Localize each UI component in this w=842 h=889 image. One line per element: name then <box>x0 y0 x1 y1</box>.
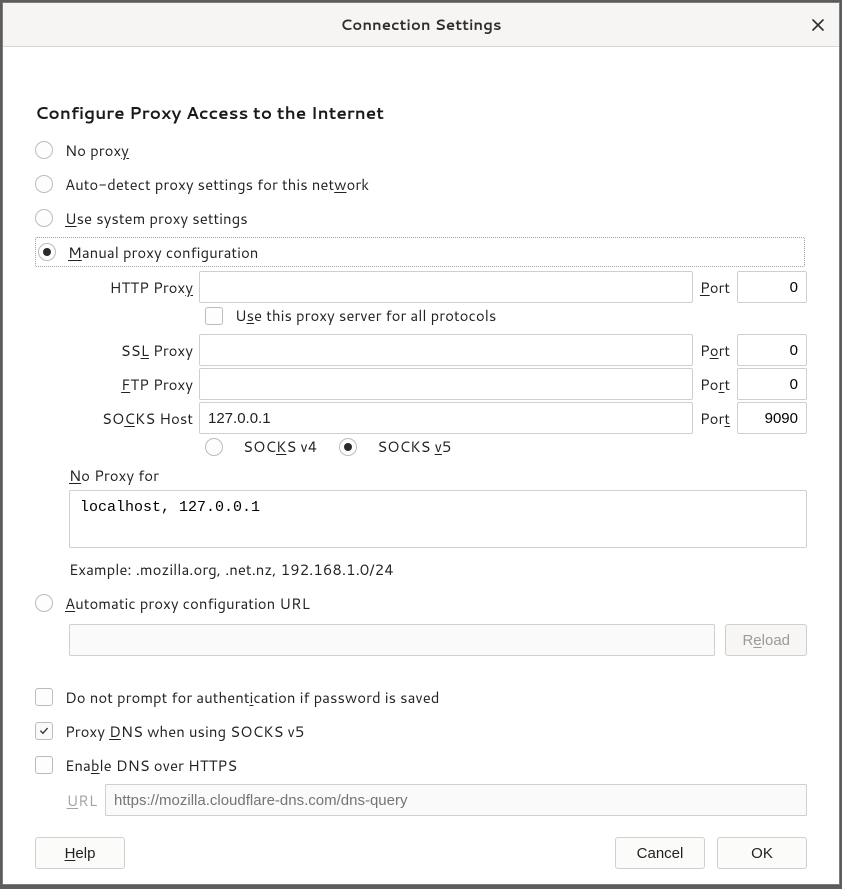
doh-label: Enable DNS over HTTPS <box>65 755 237 776</box>
radio-no-proxy-row[interactable]: No proxy <box>35 135 807 165</box>
radio-pac-label: Automatic proxy configuration URL <box>65 593 310 614</box>
no-proxy-example: Example: .mozilla.org, .net.nz, 192.168.… <box>69 559 807 580</box>
pac-input-row: Reload <box>69 624 807 656</box>
no-prompt-row[interactable]: Do not prompt for authentication if pass… <box>35 682 807 712</box>
titlebar: Connection Settings <box>3 3 839 47</box>
radio-auto-detect-row[interactable]: Auto-detect proxy settings for this netw… <box>35 169 807 199</box>
help-button[interactable]: Help <box>35 837 125 869</box>
ssl-port-input[interactable] <box>737 334 807 366</box>
use-for-all-row[interactable]: Use this proxy server for all protocols <box>69 305 807 326</box>
reload-button[interactable]: Reload <box>725 624 807 656</box>
radio-manual-row[interactable]: Manual proxy configuration <box>35 237 805 267</box>
radio-socks-v4[interactable] <box>205 438 223 456</box>
radio-auto-detect[interactable] <box>35 175 53 193</box>
radio-auto-detect-label: Auto-detect proxy settings for this netw… <box>65 174 369 195</box>
http-row: HTTP Proxy Port <box>69 271 807 303</box>
pac-url-input[interactable] <box>69 624 715 656</box>
socks-port-label: Port <box>693 408 737 429</box>
socks-row: SOCKS Host Port <box>69 402 807 434</box>
ssl-port-label: Port <box>693 340 737 361</box>
socks-label: SOCKS Host <box>69 408 199 429</box>
radio-manual-label: Manual proxy configuration <box>68 242 258 263</box>
section-heading: Configure Proxy Access to the Internet <box>35 101 807 125</box>
close-icon[interactable] <box>809 16 827 34</box>
no-prompt-label: Do not prompt for authentication if pass… <box>65 687 439 708</box>
ftp-port-input[interactable] <box>737 368 807 400</box>
use-for-all-label: Use this proxy server for all protocols <box>235 305 496 326</box>
doh-row[interactable]: Enable DNS over HTTPS <box>35 750 807 780</box>
ftp-label: FTP Proxy <box>69 374 199 395</box>
doh-url-label: URL <box>65 790 105 811</box>
ssl-label: SSL Proxy <box>69 340 199 361</box>
radio-system[interactable] <box>35 209 53 227</box>
radio-pac-row[interactable]: Automatic proxy configuration URL <box>35 588 807 618</box>
http-port-input[interactable] <box>737 271 807 303</box>
dialog-footer: Help Cancel OK <box>3 822 839 884</box>
doh-checkbox[interactable] <box>35 756 53 774</box>
no-prompt-checkbox[interactable] <box>35 688 53 706</box>
radio-no-proxy-label: No proxy <box>65 140 129 161</box>
doh-url-input[interactable] <box>105 784 807 816</box>
ok-button[interactable]: OK <box>717 837 807 869</box>
manual-proxy-form: HTTP Proxy Port Use this proxy server fo… <box>69 271 807 580</box>
radio-manual[interactable] <box>38 243 56 261</box>
dialog-title: Connection Settings <box>340 14 501 35</box>
doh-url-row: URL <box>65 784 807 816</box>
ftp-row: FTP Proxy Port <box>69 368 807 400</box>
socks-v5-label: SOCKS v5 <box>377 436 451 457</box>
proxy-dns-row[interactable]: Proxy DNS when using SOCKS v5 <box>35 716 807 746</box>
use-for-all-checkbox[interactable] <box>205 307 223 325</box>
ftp-host-input[interactable] <box>199 368 693 400</box>
proxy-dns-label: Proxy DNS when using SOCKS v5 <box>65 721 304 742</box>
socks-version-row: SOCKS v4 SOCKS v5 <box>205 436 807 457</box>
radio-no-proxy[interactable] <box>35 141 53 159</box>
radio-socks-v5[interactable] <box>339 438 357 456</box>
http-label: HTTP Proxy <box>69 277 199 298</box>
cancel-button[interactable]: Cancel <box>615 837 705 869</box>
http-port-label: Port <box>693 277 737 298</box>
http-host-input[interactable] <box>199 271 693 303</box>
socks-host-input[interactable] <box>199 402 693 434</box>
connection-settings-dialog: Connection Settings Configure Proxy Acce… <box>2 2 840 885</box>
socks-v4-label: SOCKS v4 <box>243 436 317 457</box>
no-proxy-textarea[interactable] <box>69 490 807 548</box>
no-proxy-for-label: No Proxy for <box>69 465 807 486</box>
proxy-dns-checkbox[interactable] <box>35 722 53 740</box>
dialog-content: Configure Proxy Access to the Internet N… <box>3 47 839 822</box>
ssl-host-input[interactable] <box>199 334 693 366</box>
ssl-row: SSL Proxy Port <box>69 334 807 366</box>
radio-system-label: Use system proxy settings <box>65 208 248 229</box>
ftp-port-label: Port <box>693 374 737 395</box>
radio-pac[interactable] <box>35 594 53 612</box>
socks-port-input[interactable] <box>737 402 807 434</box>
radio-system-row[interactable]: Use system proxy settings <box>35 203 807 233</box>
